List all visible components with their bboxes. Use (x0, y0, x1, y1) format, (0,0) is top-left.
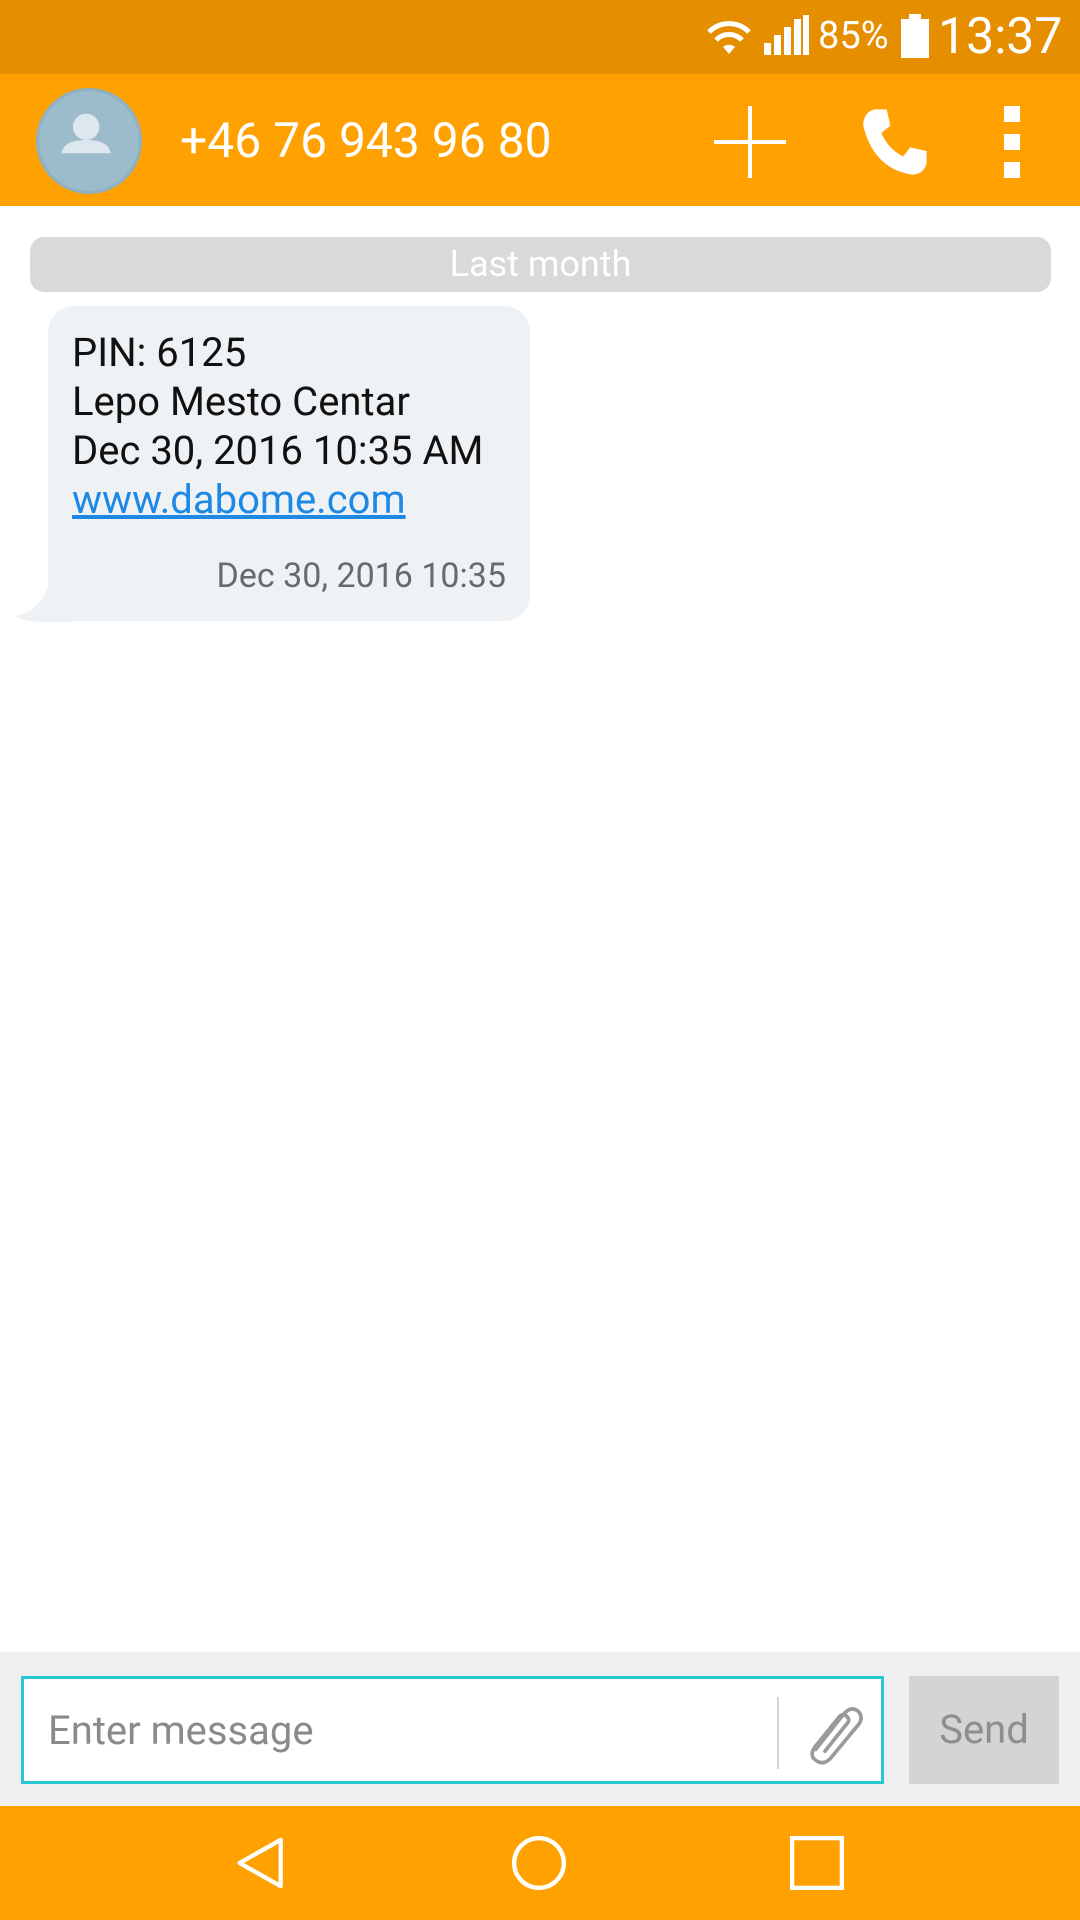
message-line: Dec 30, 2016 10:35 AM (72, 427, 484, 474)
wifi-icon (707, 21, 751, 54)
recents-icon (790, 1836, 844, 1890)
message-line: PIN: 6125 (72, 329, 247, 376)
avatar[interactable] (36, 88, 142, 194)
compose-box (21, 1676, 884, 1784)
message-link[interactable]: www.dabome.com (72, 475, 506, 524)
message-input[interactable] (48, 1701, 768, 1759)
navigation-bar (0, 1806, 1080, 1920)
plus-icon (714, 106, 786, 178)
compose-divider (777, 1697, 779, 1769)
back-icon (237, 1837, 283, 1889)
status-bar: 85% 13:37 (0, 0, 1080, 74)
message-bubble[interactable]: PIN: 6125 Lepo Mesto Centar Dec 30, 2016… (48, 306, 530, 621)
avatar-placeholder-icon (61, 113, 111, 154)
contact-number[interactable]: +46 76 943 96 80 (180, 112, 552, 170)
message-line: Lepo Mesto Centar (72, 378, 410, 425)
clock: 13:37 (938, 8, 1063, 66)
send-button[interactable]: Send (909, 1676, 1059, 1784)
phone-icon (863, 109, 927, 175)
messaging-screen: 85% 13:37 +46 76 943 96 80 Last month PI… (0, 0, 1080, 1920)
compose-area: Send (0, 1652, 1080, 1806)
home-icon (511, 1835, 567, 1891)
back-button[interactable] (226, 1828, 296, 1898)
call-button[interactable] (852, 100, 936, 184)
more-options-button[interactable] (988, 100, 1038, 184)
home-button[interactable] (504, 1828, 574, 1898)
recents-button[interactable] (782, 1828, 852, 1898)
add-recipient-button[interactable] (710, 102, 790, 182)
paperclip-icon (810, 1707, 863, 1765)
battery-percent: 85% (818, 14, 889, 58)
more-vert-icon (1004, 106, 1020, 178)
battery-icon (901, 14, 929, 58)
signal-icon (764, 15, 809, 55)
date-separator: Last month (30, 237, 1051, 292)
message-timestamp: Dec 30, 2016 10:35 (216, 556, 506, 596)
attach-button[interactable] (800, 1695, 870, 1769)
app-bar: +46 76 943 96 80 (0, 74, 1080, 206)
